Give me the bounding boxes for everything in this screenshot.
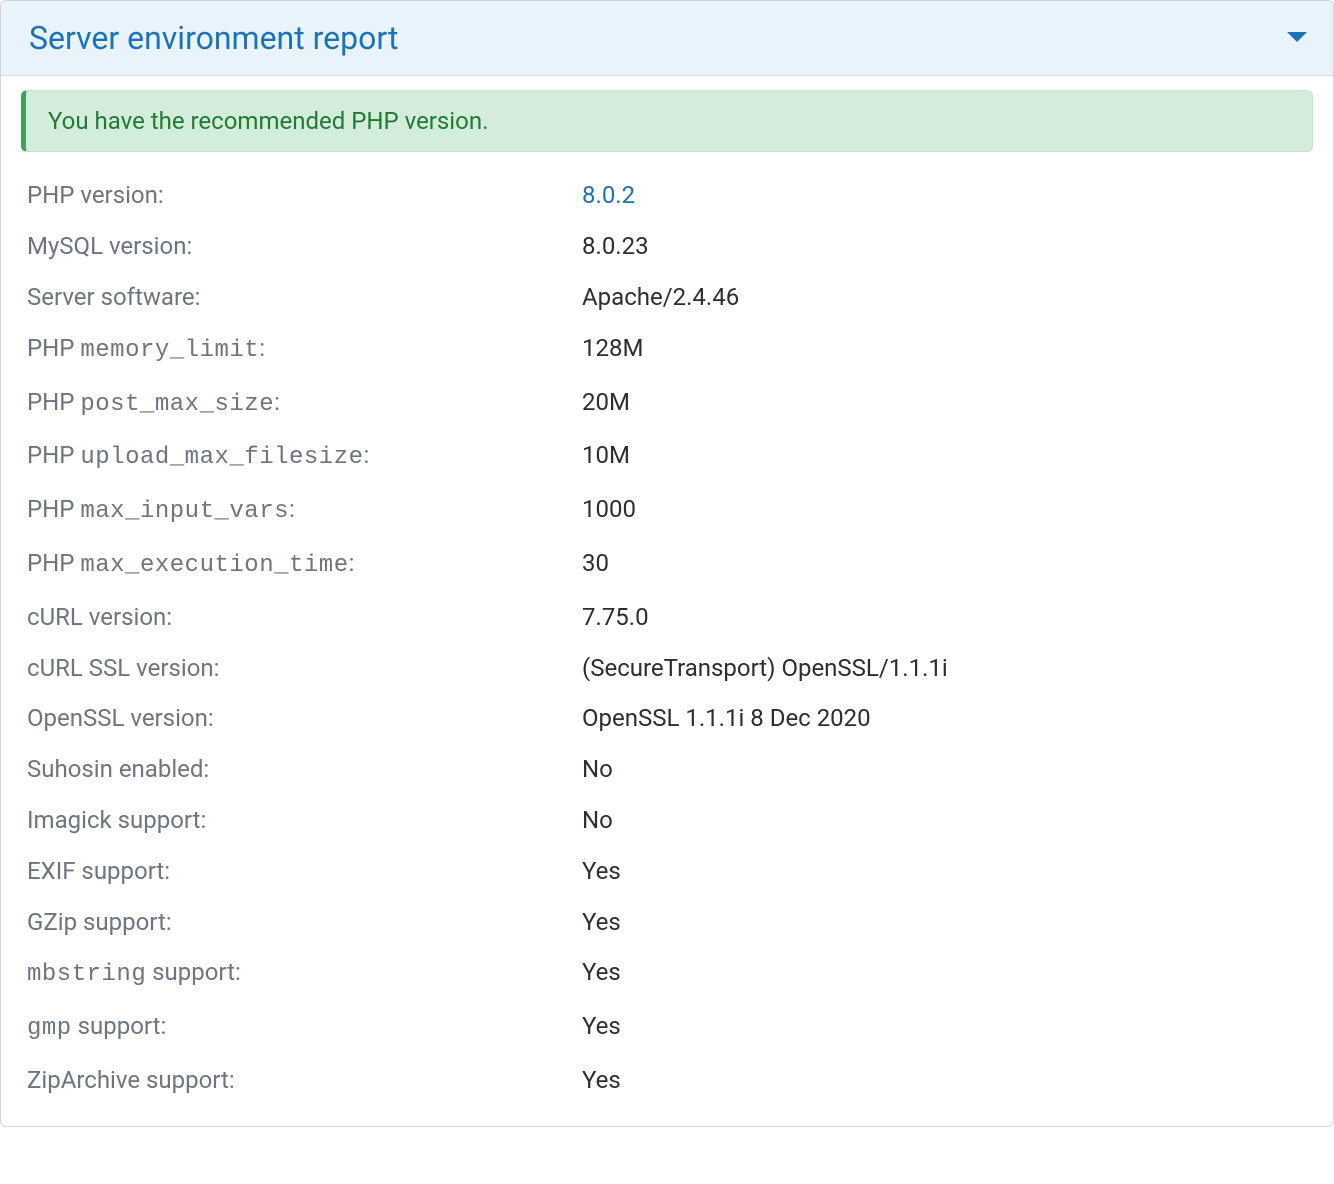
env-row-label-post: support:: [146, 958, 241, 986]
env-row-label: GZip support:: [27, 905, 582, 940]
env-row-label: mbstring support:: [27, 955, 582, 993]
panel-title: Server environment report: [29, 19, 398, 57]
panel-header[interactable]: Server environment report: [1, 1, 1333, 76]
env-row-label-pre: GZip support:: [27, 908, 172, 936]
env-row-label-mono: memory_limit: [80, 337, 259, 364]
env-row-value: Apache/2.4.46: [582, 280, 1307, 315]
env-row-value: 10M: [582, 438, 1307, 473]
env-row-label: gmp support:: [27, 1009, 582, 1047]
env-row-label: PHP max_input_vars:: [27, 492, 582, 530]
env-row-label-pre: PHP: [27, 334, 80, 362]
env-row-label-post: :: [289, 495, 295, 523]
env-row-label-pre: PHP version:: [27, 181, 164, 209]
env-row-label-pre: Imagick support:: [27, 806, 206, 834]
chevron-down-icon[interactable]: [1285, 26, 1309, 50]
env-row-label-pre: PHP: [27, 549, 80, 577]
env-row: Server software: Apache/2.4.46: [21, 272, 1313, 323]
env-row: Suhosin enabled: No: [21, 744, 1313, 795]
env-row-label: PHP upload_max_filesize:: [27, 438, 582, 476]
env-row: PHP max_execution_time:30: [21, 538, 1313, 592]
env-row-label-pre: PHP: [27, 441, 80, 469]
env-row: OpenSSL version: OpenSSL 1.1.1i 8 Dec 202…: [21, 693, 1313, 744]
env-row: EXIF support: Yes: [21, 846, 1313, 897]
env-row-label: Server software:: [27, 280, 582, 315]
env-row-value: OpenSSL 1.1.1i 8 Dec 2020: [582, 701, 1307, 736]
env-row-label-mono: upload_max_filesize: [80, 444, 363, 471]
env-row-label-pre: OpenSSL version:: [27, 704, 214, 732]
env-row-value: 128M: [582, 331, 1307, 366]
env-row-label-pre: cURL SSL version:: [27, 654, 219, 682]
env-row-label-mono: max_execution_time: [80, 552, 348, 579]
env-row-value: 1000: [582, 492, 1307, 527]
env-row-label-pre: ZipArchive support:: [27, 1066, 235, 1094]
env-row: PHP max_input_vars:1000: [21, 484, 1313, 538]
env-row-value: Yes: [582, 854, 1307, 889]
env-row-value: No: [582, 803, 1307, 838]
env-row-label: PHP max_execution_time:: [27, 546, 582, 584]
env-row-label: ZipArchive support:: [27, 1063, 582, 1098]
env-row: gmp support:Yes: [21, 1001, 1313, 1055]
env-rows: PHP version: 8.0.2 MySQL version: 8.0.23 Ser…: [21, 170, 1313, 1105]
server-environment-panel: Server environment report You have the r…: [0, 0, 1334, 1127]
env-row-label: Imagick support:: [27, 803, 582, 838]
env-row: cURL version: 7.75.0: [21, 592, 1313, 643]
env-row-label-pre: cURL version:: [27, 603, 172, 631]
env-row-label: Suhosin enabled:: [27, 752, 582, 787]
env-row-label: PHP memory_limit:: [27, 331, 582, 369]
env-row-label-mono: gmp: [27, 1015, 72, 1042]
env-row: PHP upload_max_filesize:10M: [21, 430, 1313, 484]
env-row-label: MySQL version:: [27, 229, 582, 264]
env-row-label-post: :: [259, 334, 265, 362]
env-row: Imagick support: No: [21, 795, 1313, 846]
env-row-label-mono: mbstring: [27, 961, 146, 988]
panel-body: You have the recommended PHP version. PH…: [1, 76, 1333, 1125]
env-row-label-post: :: [349, 549, 355, 577]
env-row: PHP memory_limit:128M: [21, 323, 1313, 377]
alert-message: You have the recommended PHP version.: [48, 107, 488, 135]
env-row-label: cURL version:: [27, 600, 582, 635]
php-version-success-alert: You have the recommended PHP version.: [21, 90, 1313, 152]
env-row: mbstring support:Yes: [21, 947, 1313, 1001]
env-row-label-mono: post_max_size: [80, 391, 274, 418]
env-row-label: EXIF support:: [27, 854, 582, 889]
env-row: MySQL version: 8.0.23: [21, 221, 1313, 272]
env-row-label-post: :: [274, 388, 280, 416]
env-row-value: (SecureTransport) OpenSSL/1.1.1i: [582, 651, 1307, 686]
env-row: GZip support: Yes: [21, 897, 1313, 948]
env-row-value: Yes: [582, 1009, 1307, 1044]
env-row-label: PHP version:: [27, 178, 582, 213]
env-row-label-pre: Server software:: [27, 283, 200, 311]
env-row-value[interactable]: 8.0.2: [582, 178, 1307, 213]
env-row-label-pre: PHP: [27, 495, 80, 523]
env-row: cURL SSL version: (SecureTransport) OpenS…: [21, 643, 1313, 694]
env-row-label-pre: MySQL version:: [27, 232, 192, 260]
env-row-value: Yes: [582, 955, 1307, 990]
env-row-value: Yes: [582, 1063, 1307, 1098]
env-row: ZipArchive support: Yes: [21, 1055, 1313, 1106]
env-row-value: No: [582, 752, 1307, 787]
env-row-label: cURL SSL version:: [27, 651, 582, 686]
env-row-label: PHP post_max_size:: [27, 385, 582, 423]
env-row: PHP version: 8.0.2: [21, 170, 1313, 221]
env-row-label-post: :: [364, 441, 370, 469]
env-row-label-pre: PHP: [27, 388, 80, 416]
env-row-value: 7.75.0: [582, 600, 1307, 635]
env-row-value: 30: [582, 546, 1307, 581]
env-row-label-pre: Suhosin enabled:: [27, 755, 209, 783]
env-row-label: OpenSSL version:: [27, 701, 582, 736]
env-row: PHP post_max_size:20M: [21, 377, 1313, 431]
env-row-value: 8.0.23: [582, 229, 1307, 264]
env-row-label-mono: max_input_vars: [80, 498, 289, 525]
env-row-label-pre: EXIF support:: [27, 857, 170, 885]
env-row-value: Yes: [582, 905, 1307, 940]
env-row-label-post: support:: [72, 1012, 167, 1040]
env-row-value: 20M: [582, 385, 1307, 420]
